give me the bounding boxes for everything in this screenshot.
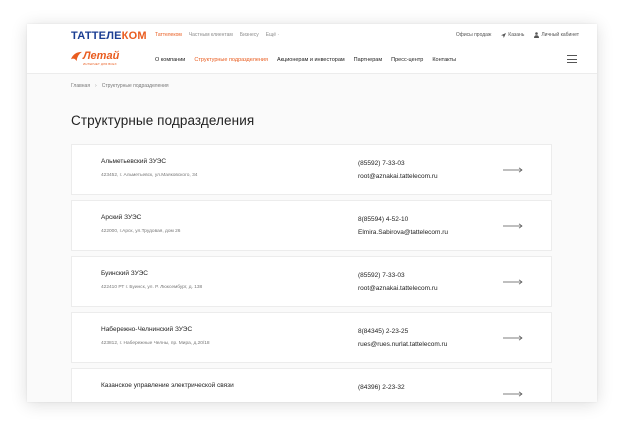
unit-address: 423812, г. Набережные Челны, пр. Мира, д… [101, 341, 210, 346]
top-link-more[interactable]: Ещё · [266, 32, 279, 38]
unit-name: Набережно-Челнинский ЗУЭС [101, 326, 193, 333]
user-icon [534, 32, 540, 38]
top-links: Таттелеком Частным клиентам Бизнесу Ещё … [155, 32, 286, 38]
logo-text: Летай [83, 50, 120, 62]
unit-name: Арский ЗУЭС [101, 214, 142, 221]
top-bar: ТАТТЕЛЕКОМ Таттелеком Частным клиентам Б… [27, 24, 597, 47]
nav-item-contacts[interactable]: Контакты [432, 57, 456, 63]
unit-address: 422410 РТ г. Буинск, ул. Р. Люксембург, … [101, 285, 203, 290]
nav-item-units[interactable]: Структурные подразделения [194, 57, 268, 63]
unit-card[interactable]: Арский ЗУЭС 422000, г.Арск, ул.Трудовая,… [71, 200, 552, 251]
main-content: Главная › Структурные подразделения Стру… [71, 74, 553, 402]
cabinet-link[interactable]: Личный кабинет [534, 32, 579, 38]
unit-card[interactable]: Казанское управление электрической связи… [71, 368, 552, 402]
breadcrumb-home[interactable]: Главная [71, 83, 90, 89]
nav-item-press[interactable]: Пресс-центр [391, 57, 423, 63]
unit-phone[interactable]: 8(84345) 2-23-25 [358, 328, 408, 335]
main-nav: Летай ИНТЕРНЕТ ДЛЯ ВСЕХ О компании Струк… [27, 47, 597, 74]
arrow-right-icon[interactable] [503, 279, 523, 285]
unit-email[interactable]: root@aznakai.tattelecom.ru [358, 173, 438, 180]
unit-address: 422000, г.Арск, ул.Трудовая, дом 26 [101, 229, 181, 234]
letai-logo[interactable]: Летай ИНТЕРНЕТ ДЛЯ ВСЕХ [71, 50, 119, 66]
unit-card[interactable]: Альметьевский ЗУЭС 423452, г. Альметьевс… [71, 144, 552, 195]
city-label: Казань [508, 32, 525, 38]
top-link-tattelecom[interactable]: Таттелеком [155, 32, 182, 38]
breadcrumb-separator: › [95, 83, 97, 89]
hamburger-menu-icon[interactable] [567, 55, 577, 63]
unit-name: Казанское управление электрической связи [101, 382, 234, 389]
brand-main: ТАТТЕЛЕ [71, 30, 122, 42]
unit-address: 423452, г. Альметьевск, ул.Маяковского, … [101, 173, 198, 178]
letai-bird-icon [71, 51, 82, 61]
browser-page: ТАТТЕЛЕКОМ Таттелеком Частным клиентам Б… [27, 24, 597, 402]
breadcrumb-current: Структурные подразделения [101, 83, 169, 89]
cabinet-label: Личный кабинет [541, 32, 579, 38]
nav-item-about[interactable]: О компании [155, 57, 185, 63]
unit-email[interactable]: rues@rues.nurlat.tattelecom.ru [358, 341, 447, 348]
breadcrumb: Главная › Структурные подразделения [71, 83, 553, 89]
nav-item-investors[interactable]: Акционерам и инвесторам [277, 57, 345, 63]
unit-card[interactable]: Буинский ЗУЭС 422410 РТ г. Буинск, ул. Р… [71, 256, 552, 307]
logo-subtitle: ИНТЕРНЕТ ДЛЯ ВСЕХ [83, 62, 117, 66]
page-title: Структурные подразделения [71, 113, 255, 128]
tattelecom-logo[interactable]: ТАТТЕЛЕКОМ [71, 30, 147, 42]
unit-name: Буинский ЗУЭС [101, 270, 148, 277]
arrow-right-icon[interactable] [503, 167, 523, 173]
unit-phone[interactable]: (85592) 7-33-03 [358, 272, 405, 279]
unit-card[interactable]: Набережно-Челнинский ЗУЭС 423812, г. Наб… [71, 312, 552, 363]
unit-name: Альметьевский ЗУЭС [101, 158, 167, 165]
top-right-links: Офисы продаж Казань Личный кабинет [446, 32, 579, 38]
location-arrow-icon [501, 32, 507, 38]
brand-accent: КОМ [121, 30, 147, 42]
nav-item-partners[interactable]: Партнерам [354, 57, 382, 63]
unit-email[interactable]: Elmira.Sabirova@tattelecom.ru [358, 229, 448, 236]
offices-link[interactable]: Офисы продаж [456, 32, 491, 38]
units-list: Альметьевский ЗУЭС 423452, г. Альметьевс… [71, 144, 553, 402]
top-link-private[interactable]: Частным клиентам [189, 32, 233, 38]
unit-email[interactable]: root@aznakai.tattelecom.ru [358, 285, 438, 292]
top-link-business[interactable]: Бизнесу [240, 32, 259, 38]
arrow-right-icon[interactable] [503, 223, 523, 229]
unit-phone[interactable]: 8(85594) 4-52-10 [358, 216, 408, 223]
unit-phone[interactable]: (84396) 2-23-32 [358, 384, 405, 391]
arrow-right-icon[interactable] [503, 391, 523, 397]
nav-menu: О компании Структурные подразделения Акц… [155, 57, 465, 63]
arrow-right-icon[interactable] [503, 335, 523, 341]
unit-phone[interactable]: (85592) 7-33-03 [358, 160, 405, 167]
city-selector[interactable]: Казань [501, 32, 524, 38]
